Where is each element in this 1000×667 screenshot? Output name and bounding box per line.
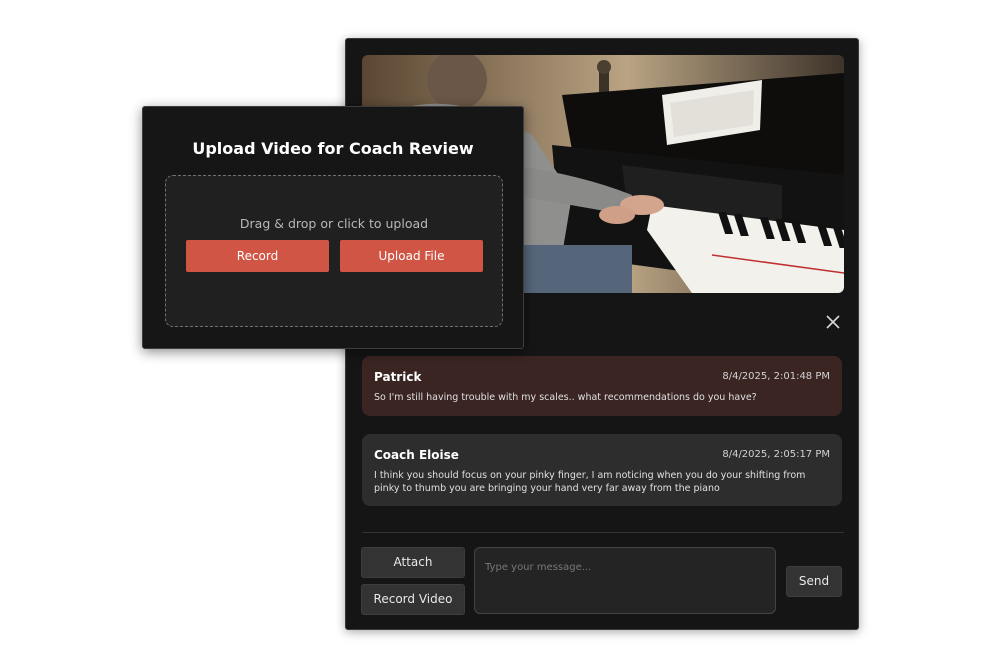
chat-message-coach: Coach Eloise 8/4/2025, 2:05:17 PM I thin…	[362, 434, 842, 506]
upload-file-button[interactable]: Upload File	[340, 240, 483, 272]
modal-title: Upload Video for Coach Review	[192, 139, 474, 158]
attach-button[interactable]: Attach	[361, 547, 465, 578]
chat-message-patrick: Patrick 8/4/2025, 2:01:48 PM So I'm stil…	[362, 356, 842, 416]
message-timestamp: 8/4/2025, 2:01:48 PM	[722, 371, 830, 382]
message-text: So I'm still having trouble with my scal…	[374, 392, 757, 403]
message-input[interactable]	[474, 547, 776, 614]
upload-dropzone[interactable]: Drag & drop or click to upload Record Up…	[165, 175, 503, 327]
composer-divider	[362, 532, 844, 533]
upload-video-modal: Upload Video for Coach Review Drag & dro…	[142, 106, 524, 349]
record-video-button[interactable]: Record Video	[361, 584, 465, 615]
send-button[interactable]: Send	[786, 566, 842, 597]
close-icon	[826, 315, 840, 329]
record-button[interactable]: Record	[186, 240, 329, 272]
message-text: I think you should focus on your pinky f…	[374, 470, 806, 494]
message-timestamp: 8/4/2025, 2:05:17 PM	[722, 449, 830, 460]
message-author: Coach Eloise	[374, 448, 459, 462]
message-author: Patrick	[374, 370, 422, 384]
close-button[interactable]	[822, 311, 844, 333]
dropzone-instructions: Drag & drop or click to upload	[239, 216, 429, 231]
